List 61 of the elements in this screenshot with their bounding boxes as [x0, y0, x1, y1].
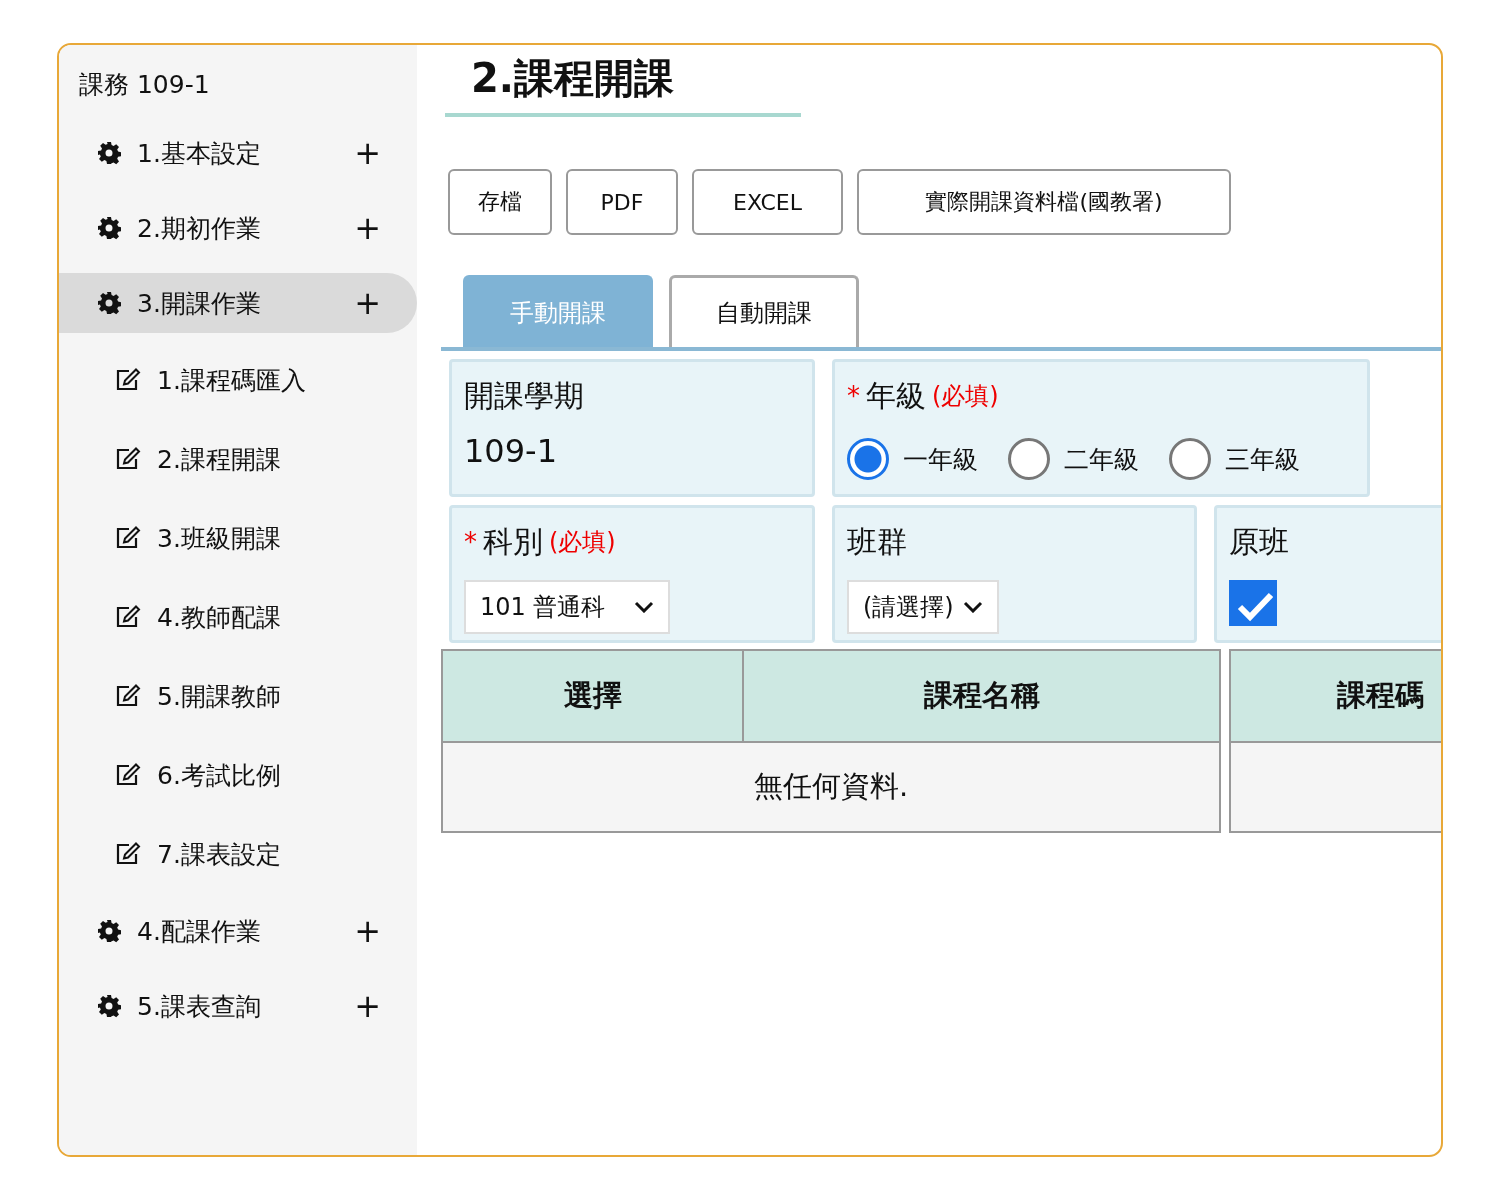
required-mark: * — [847, 381, 860, 411]
chevron-down-icon — [963, 601, 983, 613]
action-button[interactable]: PDF — [566, 169, 678, 235]
gear-icon — [97, 994, 121, 1018]
menu-item[interactable]: 1.基本設定 + — [59, 123, 417, 183]
checkbox[interactable] — [1229, 580, 1277, 626]
radio-button[interactable] — [847, 438, 889, 480]
edit-icon — [115, 842, 141, 866]
sidebar-title: 課務 109-1 — [78, 69, 211, 101]
chevron-down-icon — [634, 601, 654, 613]
field-value: 109-1 — [464, 432, 558, 470]
radio-option[interactable]: 三年級 — [1169, 438, 1300, 480]
edit-icon — [115, 447, 141, 471]
field-label: 科別 — [483, 522, 543, 561]
edit-icon — [115, 526, 141, 550]
required-note: (必填) — [932, 381, 999, 412]
radio-button[interactable] — [1169, 438, 1211, 480]
required-note: (必填) — [549, 527, 616, 558]
action-button[interactable]: EXCEL — [692, 169, 843, 235]
menu-item[interactable]: 5.課表查詢 + — [59, 976, 417, 1036]
submenu-item[interactable]: 7.課表設定 — [59, 822, 417, 886]
expand-toggle[interactable]: + — [354, 912, 381, 950]
column-header: 課程碼 — [1231, 651, 1441, 743]
gear-icon — [97, 919, 121, 943]
gear-icon — [97, 141, 121, 165]
field-label: 開課學期 — [464, 376, 585, 415]
edit-icon — [115, 763, 141, 787]
required-mark: * — [464, 527, 477, 557]
radio-option[interactable]: 二年級 — [1008, 438, 1139, 480]
expand-toggle[interactable]: + — [354, 209, 381, 247]
field-label: 班群 — [847, 522, 908, 561]
expand-toggle[interactable]: + — [354, 987, 381, 1025]
dropdown[interactable]: 101 普通科 — [464, 580, 670, 634]
submenu-item[interactable]: 6.考試比例 — [59, 743, 417, 807]
gear-icon — [97, 291, 121, 315]
menu-item[interactable]: 2.期初作業 + — [59, 198, 417, 258]
dropdown[interactable]: (請選擇) — [847, 580, 999, 634]
radio-button[interactable] — [1008, 438, 1050, 480]
submenu-item[interactable]: 5.開課教師 — [59, 664, 417, 728]
submenu-item[interactable]: 3.班級開課 — [59, 506, 417, 570]
column-header: 選擇 — [443, 651, 744, 743]
field-label: 年級 — [866, 376, 926, 415]
edit-icon — [115, 605, 141, 629]
field-label: 原班 — [1229, 522, 1290, 561]
expand-toggle[interactable]: + — [354, 134, 381, 172]
radio-option[interactable]: 一年級 — [847, 438, 978, 480]
expand-toggle[interactable]: + — [354, 284, 381, 322]
edit-icon — [115, 368, 141, 392]
page-title: 2.課程開課 — [445, 45, 801, 117]
menu-item[interactable]: 4.配課作業 + — [59, 901, 417, 961]
column-header: 課程名稱 — [744, 651, 1219, 743]
empty-message: 無任何資料. — [443, 743, 1219, 831]
submenu-item[interactable]: 4.教師配課 — [59, 585, 417, 649]
edit-icon — [115, 684, 141, 708]
submenu-item[interactable]: 1.課程碼匯入 — [59, 348, 417, 412]
tab[interactable]: 自動開課 — [669, 275, 859, 347]
action-button[interactable]: 存檔 — [448, 169, 552, 235]
menu-item[interactable]: 3.開課作業 + — [59, 273, 417, 333]
submenu-item[interactable]: 2.課程開課 — [59, 427, 417, 491]
gear-icon — [97, 216, 121, 240]
action-button[interactable]: 實際開課資料檔(國教署) — [857, 169, 1231, 235]
